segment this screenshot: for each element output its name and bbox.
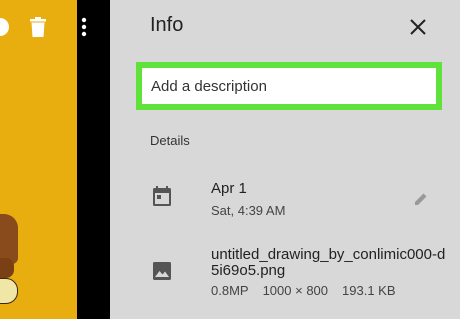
info-panel: Info Details Apr 1 Sat, 4:39 AM untitled… xyxy=(121,0,460,319)
panel-title: Info xyxy=(150,14,184,36)
trash-icon[interactable] xyxy=(28,16,48,38)
info-icon[interactable] xyxy=(0,16,10,38)
description-input[interactable] xyxy=(142,68,436,104)
date-secondary: Sat, 4:39 AM xyxy=(211,203,286,218)
file-dimensions: 1000 × 800 xyxy=(262,283,329,298)
close-icon xyxy=(410,19,426,35)
file-size: 193.1 KB xyxy=(342,283,396,298)
file-megapixels: 0.8MP xyxy=(211,283,249,298)
more-vert-icon[interactable] xyxy=(74,16,94,38)
drawing-fragment xyxy=(0,258,14,278)
file-meta: 0.8MP 1000 × 800 193.1 KB xyxy=(211,283,396,298)
viewer-edge xyxy=(77,0,110,319)
close-button[interactable] xyxy=(405,14,431,40)
photo-viewer xyxy=(0,0,110,319)
pencil-icon xyxy=(415,193,427,205)
file-name: untitled_drawing_by_conlimic000-d5i69o5.… xyxy=(211,246,446,279)
edit-date-button[interactable] xyxy=(411,189,431,209)
drawing-fragment xyxy=(0,278,18,304)
drawing-fragment xyxy=(0,214,18,264)
details-label: Details xyxy=(150,133,190,148)
date-primary: Apr 1 xyxy=(211,180,247,197)
description-highlight xyxy=(136,62,442,110)
image-icon xyxy=(152,260,172,282)
calendar-icon xyxy=(152,185,172,207)
